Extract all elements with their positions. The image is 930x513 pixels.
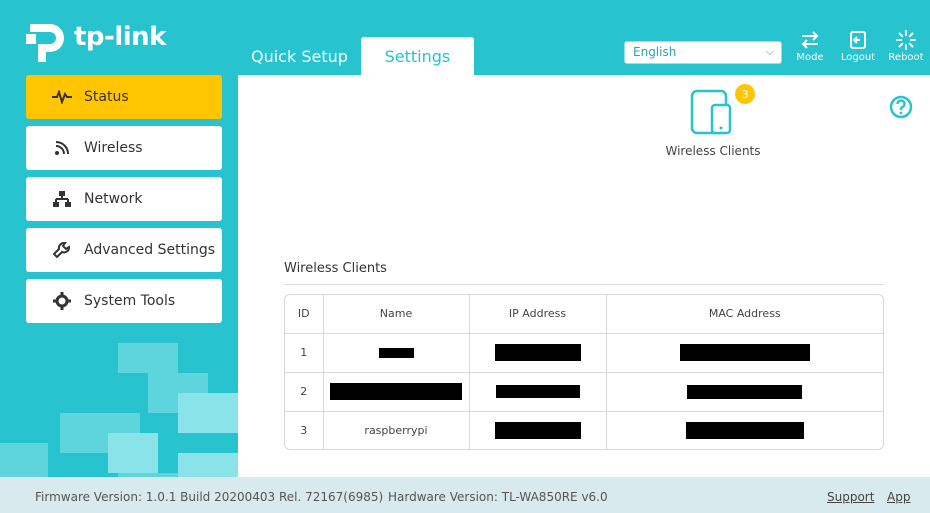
support-link[interactable]: Support	[827, 490, 874, 504]
cell-ip	[469, 333, 607, 373]
cell-mac	[606, 411, 883, 449]
app-link[interactable]: App	[887, 490, 910, 504]
tp-link-logo-icon	[26, 20, 72, 66]
wireless-clients-label: Wireless Clients	[665, 144, 761, 158]
sidebar-item-label: Status	[84, 89, 129, 105]
sidebar-item-label: Network	[84, 191, 143, 207]
cell-id: 2	[285, 372, 324, 412]
redacted-block	[494, 344, 581, 361]
redacted-block	[495, 385, 580, 399]
sidebar-item-advanced-settings[interactable]: Advanced Settings	[26, 228, 222, 272]
column-header-mac: MAC Address	[606, 295, 883, 334]
brand-name: tp-link	[74, 22, 166, 52]
table-header-row: ID Name IP Address MAC Address	[285, 295, 883, 334]
firmware-version: Firmware Version: 1.0.1 Build 20200403 R…	[35, 490, 384, 504]
table-row: 1	[285, 333, 883, 373]
sidebar-item-label: Advanced Settings	[84, 242, 216, 258]
wireless-clients-table: ID Name IP Address MAC Address 1 2 3 ras…	[284, 294, 884, 450]
sidebar-item-label: System Tools	[84, 293, 176, 309]
tab-settings[interactable]: Settings	[360, 37, 474, 75]
cell-mac	[606, 333, 883, 373]
redacted-block	[687, 384, 803, 399]
sidebar-item-network[interactable]: Network	[26, 177, 222, 221]
reboot-button[interactable]: Reboot	[884, 30, 928, 63]
wifi-icon	[52, 138, 72, 158]
wireless-clients-device-icon[interactable]	[690, 89, 734, 135]
tab-quick-setup[interactable]: Quick Setup	[238, 37, 361, 75]
table-row: 2	[285, 372, 883, 412]
brand-logo: tp-link	[26, 20, 166, 66]
sidebar-item-status[interactable]: Status	[26, 75, 222, 119]
gear-icon	[52, 291, 72, 311]
logout-button[interactable]: Logout	[836, 30, 880, 63]
redacted-block	[330, 383, 462, 400]
cell-id: 3	[285, 411, 324, 449]
cell-name	[323, 372, 470, 412]
redacted-block	[679, 344, 810, 361]
cell-id: 1	[285, 333, 324, 373]
chevron-down-icon: ⌵	[765, 45, 774, 58]
help-icon[interactable]	[889, 95, 913, 123]
cell-ip	[469, 411, 607, 449]
column-header-name: Name	[323, 295, 470, 334]
cell-name	[323, 333, 470, 373]
redacted-block	[378, 348, 414, 358]
cell-ip	[469, 372, 607, 412]
redacted-block	[494, 422, 581, 440]
footer-bar: Firmware Version: 1.0.1 Build 20200403 R…	[0, 477, 930, 513]
cell-name: raspberrypi	[323, 411, 470, 449]
main-content: 3 Wireless Clients Wireless Clients ID N…	[238, 75, 930, 477]
sidebar-item-label: Wireless	[84, 140, 143, 156]
logout-label: Logout	[840, 52, 876, 63]
client-count-badge: 3	[735, 84, 755, 104]
sidebar-item-wireless[interactable]: Wireless	[26, 126, 222, 170]
mode-label: Mode	[796, 52, 824, 63]
language-selected-value: English	[633, 45, 677, 59]
decor-square	[178, 393, 238, 433]
cell-mac	[606, 372, 883, 412]
hardware-version: Hardware Version: TL-WA850RE v6.0	[388, 490, 608, 504]
redacted-block	[685, 422, 804, 440]
reboot-label: Reboot	[888, 52, 924, 63]
reboot-icon	[896, 30, 916, 50]
decor-square	[118, 343, 178, 373]
mode-button[interactable]: Mode	[788, 30, 832, 63]
logout-icon	[850, 31, 866, 49]
mode-icon	[801, 31, 819, 49]
language-select[interactable]: English ⌵	[624, 41, 782, 64]
column-header-id: ID	[285, 295, 324, 334]
section-divider	[284, 284, 884, 285]
top-tabs: Quick Setup Settings	[238, 37, 474, 75]
wrench-icon	[52, 240, 72, 260]
column-header-ip: IP Address	[469, 295, 607, 334]
network-icon	[52, 189, 72, 209]
sidebar-item-system-tools[interactable]: System Tools	[26, 279, 222, 323]
table-row: 3 raspberrypi	[285, 411, 883, 449]
section-title: Wireless Clients	[284, 261, 387, 276]
pulse-icon	[52, 87, 72, 107]
decor-square	[108, 433, 158, 473]
